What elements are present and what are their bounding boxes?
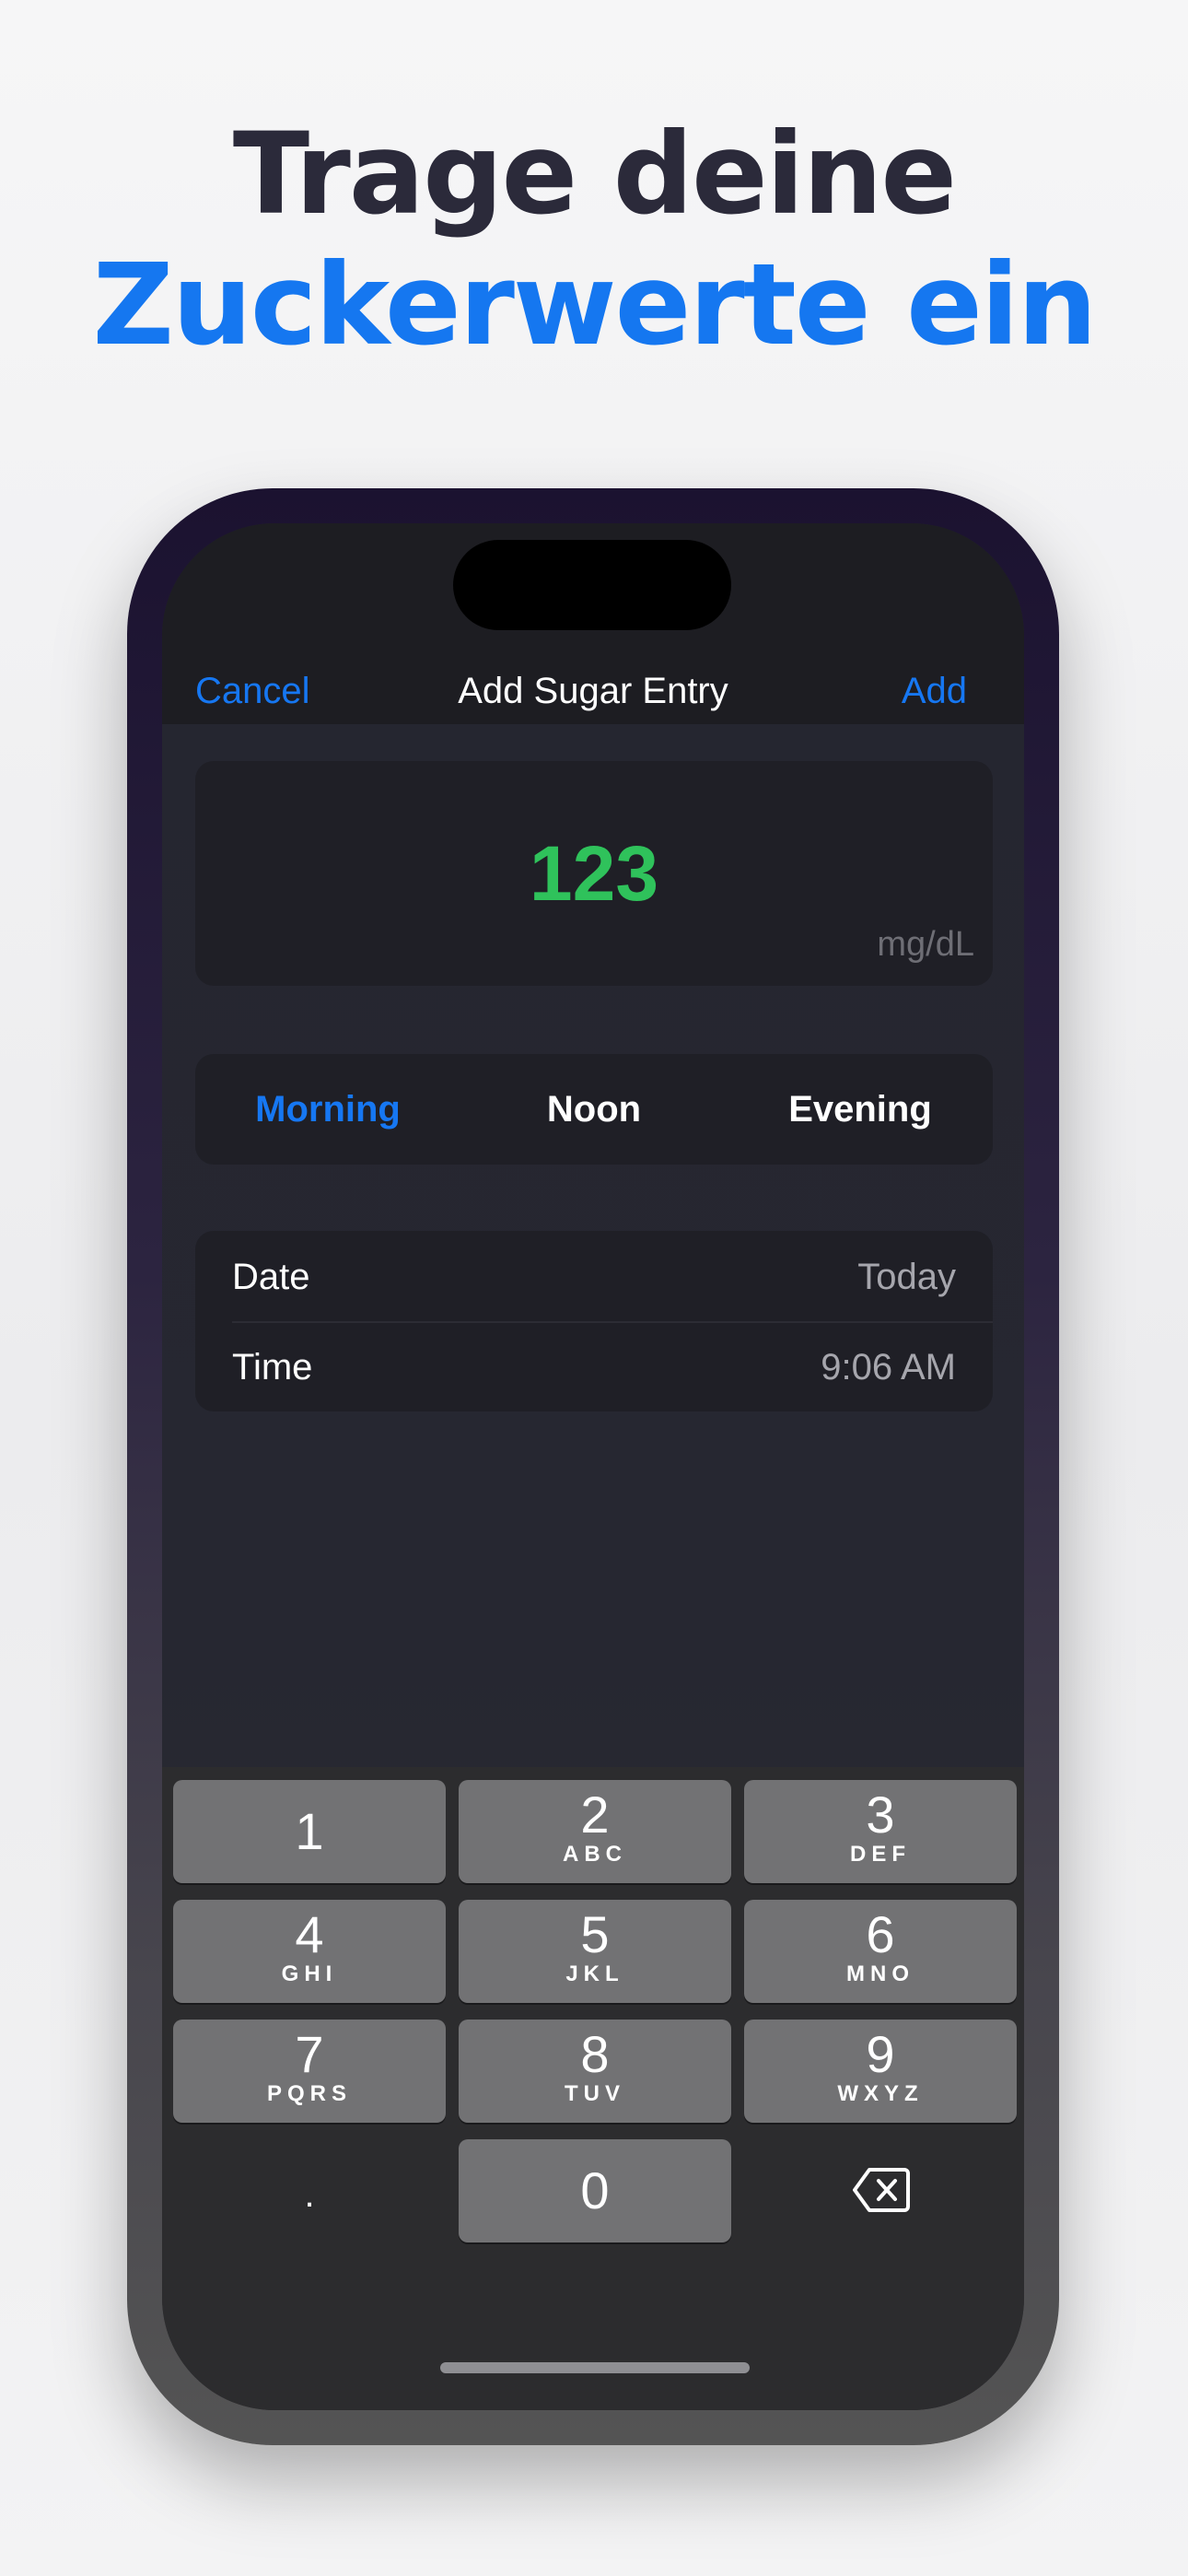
- key-digit: 3: [866, 1786, 895, 1844]
- details-list: Date Today Time 9:06 AM: [195, 1231, 993, 1411]
- add-button[interactable]: Add: [902, 669, 967, 713]
- home-indicator: [440, 2362, 750, 2373]
- sugar-value: 123: [529, 830, 659, 917]
- key-letters: WXYZ: [837, 2081, 924, 2106]
- backspace-icon: [853, 2167, 910, 2218]
- segment-noon[interactable]: Noon: [461, 1087, 727, 1131]
- time-label: Time: [232, 1347, 313, 1388]
- key-6[interactable]: 6 MNO: [744, 1900, 1017, 2003]
- key-digit: 0: [580, 2161, 610, 2219]
- date-value[interactable]: Today: [857, 1255, 956, 1299]
- date-label: Date: [232, 1257, 310, 1297]
- unit-label: mg/dL: [877, 925, 974, 964]
- dynamic-island: [453, 540, 731, 630]
- segment-evening[interactable]: Evening: [728, 1087, 993, 1131]
- key-delete[interactable]: [744, 2139, 1017, 2242]
- key-3[interactable]: 3 DEF: [744, 1780, 1017, 1883]
- key-digit: 8: [580, 2025, 610, 2083]
- page-title: Add Sugar Entry: [458, 671, 728, 711]
- key-digit: 9: [866, 2025, 895, 2083]
- phone-frame: Cancel Add Sugar Entry Add 123 mg/dL Mor…: [127, 488, 1059, 2445]
- sugar-value-field[interactable]: 123 mg/dL: [195, 761, 993, 986]
- number-keypad: 1 2 ABC 3 DEF 4 GHI 5 JKL 6 MNO 7 PQRS 8…: [162, 1767, 1024, 2410]
- key-5[interactable]: 5 JKL: [459, 1900, 731, 2003]
- time-row[interactable]: Time 9:06 AM: [195, 1321, 993, 1411]
- segment-morning[interactable]: Morning: [195, 1087, 460, 1131]
- time-of-day-segmented-control: Morning Noon Evening: [195, 1054, 993, 1165]
- key-letters: DEF: [850, 1842, 911, 1867]
- phone-screen: Cancel Add Sugar Entry Add 123 mg/dL Mor…: [162, 523, 1024, 2410]
- key-letters: TUV: [565, 2081, 625, 2106]
- key-digit: 6: [866, 1905, 895, 1963]
- key-letters: PQRS: [266, 2081, 352, 2106]
- time-value[interactable]: 9:06 AM: [821, 1345, 956, 1389]
- key-digit: 5: [580, 1905, 610, 1963]
- date-row[interactable]: Date Today: [195, 1231, 993, 1321]
- key-decimal-point[interactable]: .: [173, 2139, 446, 2242]
- key-9[interactable]: 9 WXYZ: [744, 2020, 1017, 2123]
- key-digit: 7: [295, 2025, 324, 2083]
- navigation-bar: Cancel Add Sugar Entry Add: [162, 523, 1024, 724]
- key-digit: .: [304, 2174, 315, 2215]
- key-digit: 2: [580, 1786, 610, 1844]
- key-letters: ABC: [563, 1842, 627, 1867]
- key-7[interactable]: 7 PQRS: [173, 2020, 446, 2123]
- key-0[interactable]: 0: [459, 2139, 731, 2242]
- key-letters: JKL: [565, 1961, 624, 1986]
- key-letters: MNO: [846, 1961, 914, 1986]
- key-digit: 4: [295, 1905, 324, 1963]
- key-4[interactable]: 4 GHI: [173, 1900, 446, 2003]
- key-8[interactable]: 8 TUV: [459, 2020, 731, 2123]
- headline-line-1: Trage deine: [232, 109, 957, 240]
- headline: Trage deine Zuckerwerte ein: [0, 109, 1188, 370]
- headline-line-2: Zuckerwerte ein: [92, 240, 1098, 370]
- key-letters: GHI: [281, 1961, 338, 1986]
- key-2[interactable]: 2 ABC: [459, 1780, 731, 1883]
- key-digit: 1: [295, 1802, 324, 1860]
- key-1[interactable]: 1: [173, 1780, 446, 1883]
